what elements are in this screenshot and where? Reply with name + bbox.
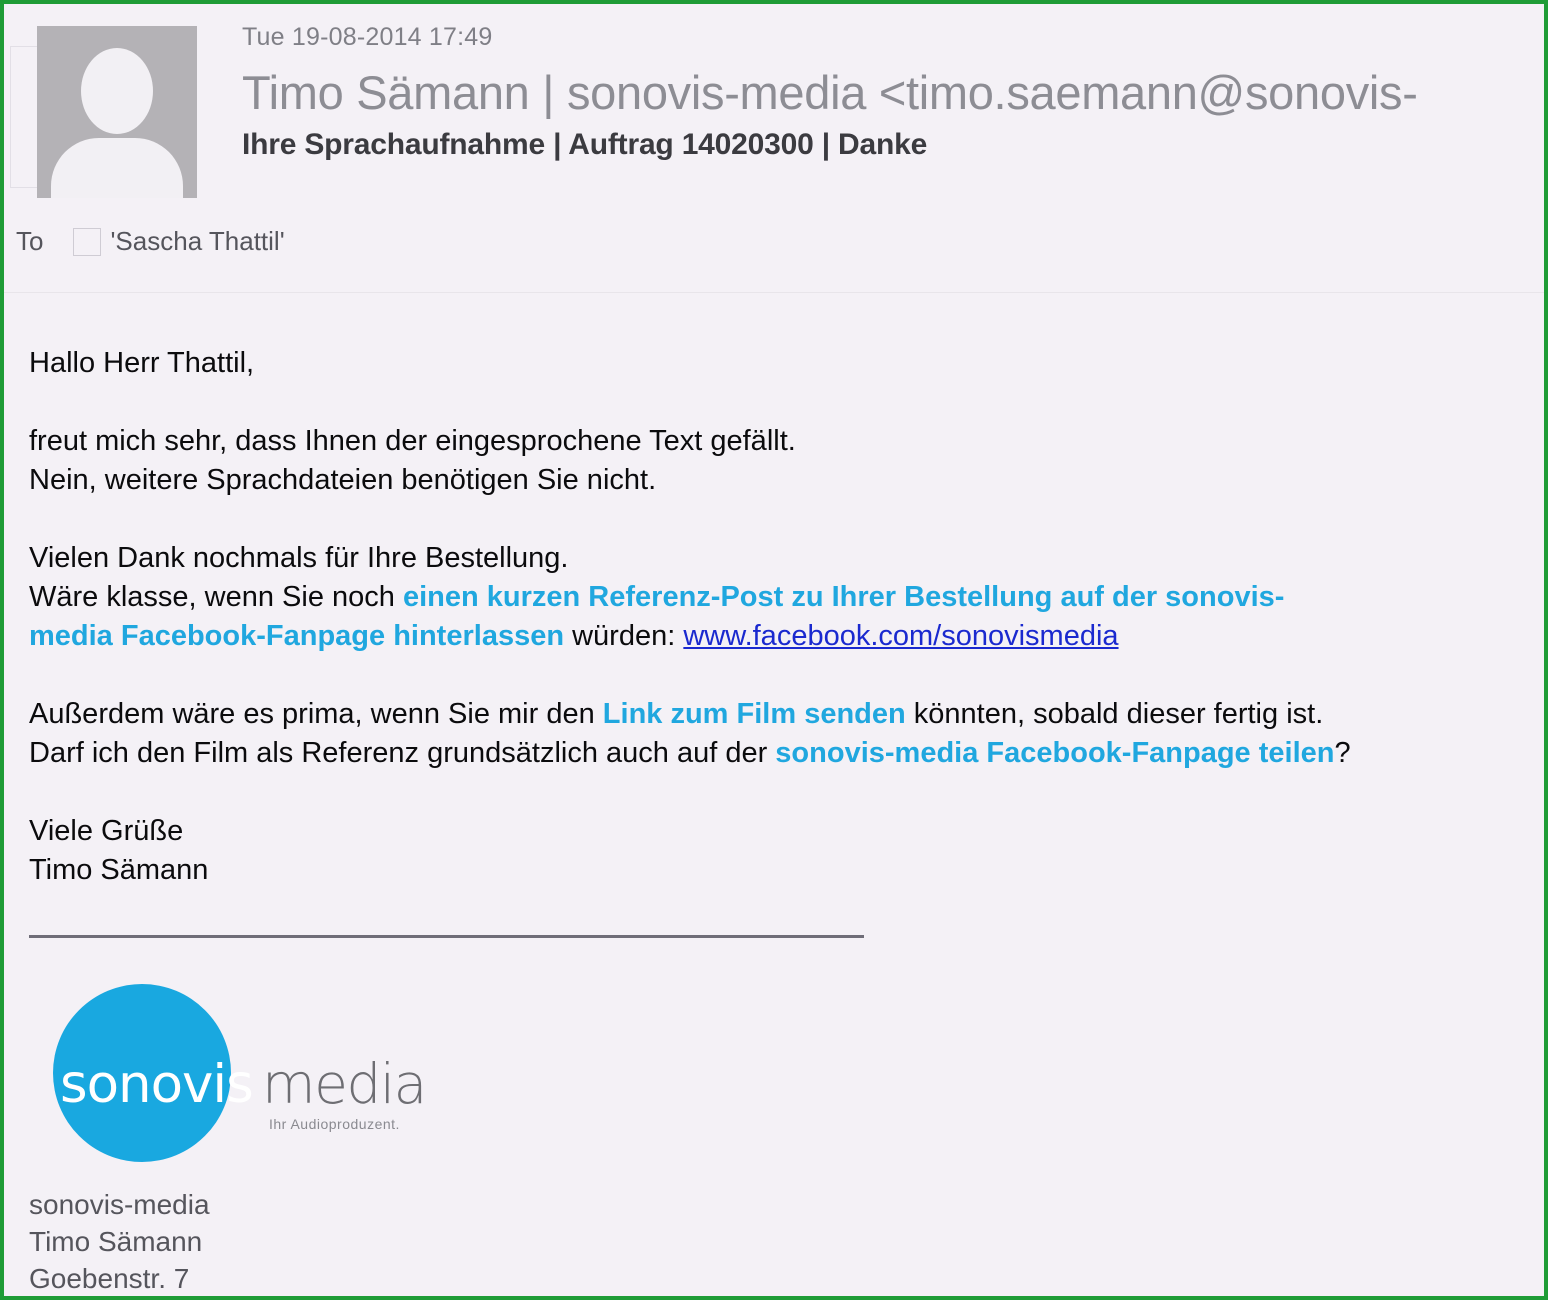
closing-line-2: Timo Sämann — [29, 854, 209, 886]
email-message-window: Tue 19-08-2014 17:49 Timo Sämann | sonov… — [0, 0, 1548, 1300]
body-p2-line3-text: würden: — [564, 620, 684, 652]
body-paragraph-2: Vielen Dank nochmals für Ihre Bestellung… — [29, 539, 1544, 656]
body-p2-line2-text: Wäre klasse, wenn Sie noch — [29, 581, 403, 613]
body-p3-line1-pre: Außerdem wäre es prima, wenn Sie mir den — [29, 698, 603, 730]
header-text-group: Tue 19-08-2014 17:49 Timo Sämann | sonov… — [242, 23, 1544, 161]
body-paragraph-3: Außerdem wäre es prima, wenn Sie mir den… — [29, 695, 1544, 773]
closing-line-1: Viele Grüße — [29, 815, 184, 847]
body-p3-line2-pre: Darf ich den Film als Referenz grundsätz… — [29, 737, 776, 769]
signature-divider — [29, 935, 864, 938]
body-p2-highlight-a: einen kurzen Referenz-Post zu Ihrer Best… — [402, 581, 1285, 613]
body-p2-highlight-b: media Facebook-Fanpage hinterlassen — [29, 620, 565, 652]
body-spacer-1 — [29, 383, 1544, 422]
logo-tagline: Ihr Audioproduzent. — [269, 1116, 400, 1132]
email-subject: Ihre Sprachaufnahme | Auftrag 14020300 |… — [242, 127, 928, 161]
body-paragraph-1: freut mich sehr, dass Ihnen der eingespr… — [29, 422, 1544, 500]
facebook-page-link[interactable]: www.facebook.com/sonovismedia — [683, 620, 1118, 652]
body-p2-line2: Wäre klasse, wenn Sie noch einen kurzen … — [29, 578, 1544, 617]
body-spacer-3 — [29, 656, 1544, 695]
signature-contact-block: sonovis-media Timo Sämann Goebenstr. 7 — [29, 1186, 1544, 1296]
body-p3-highlight-b: sonovis-media Facebook-Fanpage teilen — [775, 737, 1335, 769]
recipient-name[interactable]: 'Sascha Thattil' — [110, 226, 284, 257]
recipient-row: To 'Sascha Thattil' — [16, 226, 285, 257]
email-sender[interactable]: Timo Sämann | sonovis-media <timo.saeman… — [242, 67, 1544, 117]
header-divider — [4, 292, 1544, 293]
body-p3-line1: Außerdem wäre es prima, wenn Sie mir den… — [29, 695, 1544, 734]
sender-avatar — [37, 26, 197, 198]
body-greeting: Hallo Herr Thattil, — [29, 347, 255, 379]
to-label: To — [16, 226, 44, 256]
email-timestamp: Tue 19-08-2014 17:49 — [242, 23, 493, 51]
body-spacer-2 — [29, 500, 1544, 539]
recipient-presence-icon — [73, 227, 102, 256]
email-body: Hallo Herr Thattil, freut mich sehr, das… — [4, 300, 1544, 1296]
body-closing: Viele Grüße Timo Sämann — [29, 812, 1544, 890]
body-p1-line1: freut mich sehr, dass Ihnen der eingespr… — [29, 425, 796, 457]
body-p3-line1-post: könnten, sobald dieser fertig ist. — [905, 698, 1324, 730]
body-p2-line1: Vielen Dank nochmals für Ihre Bestellung… — [29, 542, 569, 574]
body-p3-highlight-a: Link zum Film senden — [602, 698, 906, 730]
logo-primary-word: sonovis — [60, 1054, 254, 1115]
signature-street: Goebenstr. 7 — [29, 1263, 190, 1294]
body-p1-line2: Nein, weitere Sprachdateien benötigen Si… — [29, 464, 657, 496]
avatar-head-shape — [81, 48, 153, 134]
email-header: Tue 19-08-2014 17:49 Timo Sämann | sonov… — [4, 4, 1544, 293]
signature-company: sonovis-media — [29, 1189, 210, 1220]
signature-person: Timo Sämann — [29, 1226, 203, 1257]
sonovis-media-logo: sonovis media Ihr Audioproduzent. — [29, 976, 429, 1166]
body-spacer-4 — [29, 773, 1544, 812]
logo-secondary-word: media — [262, 1052, 427, 1116]
body-p3-line2-post: ? — [1334, 737, 1351, 769]
body-p2-line3: media Facebook-Fanpage hinterlassen würd… — [29, 617, 1544, 656]
avatar-body-shape — [51, 138, 183, 198]
body-p3-line2: Darf ich den Film als Referenz grundsätz… — [29, 734, 1544, 773]
